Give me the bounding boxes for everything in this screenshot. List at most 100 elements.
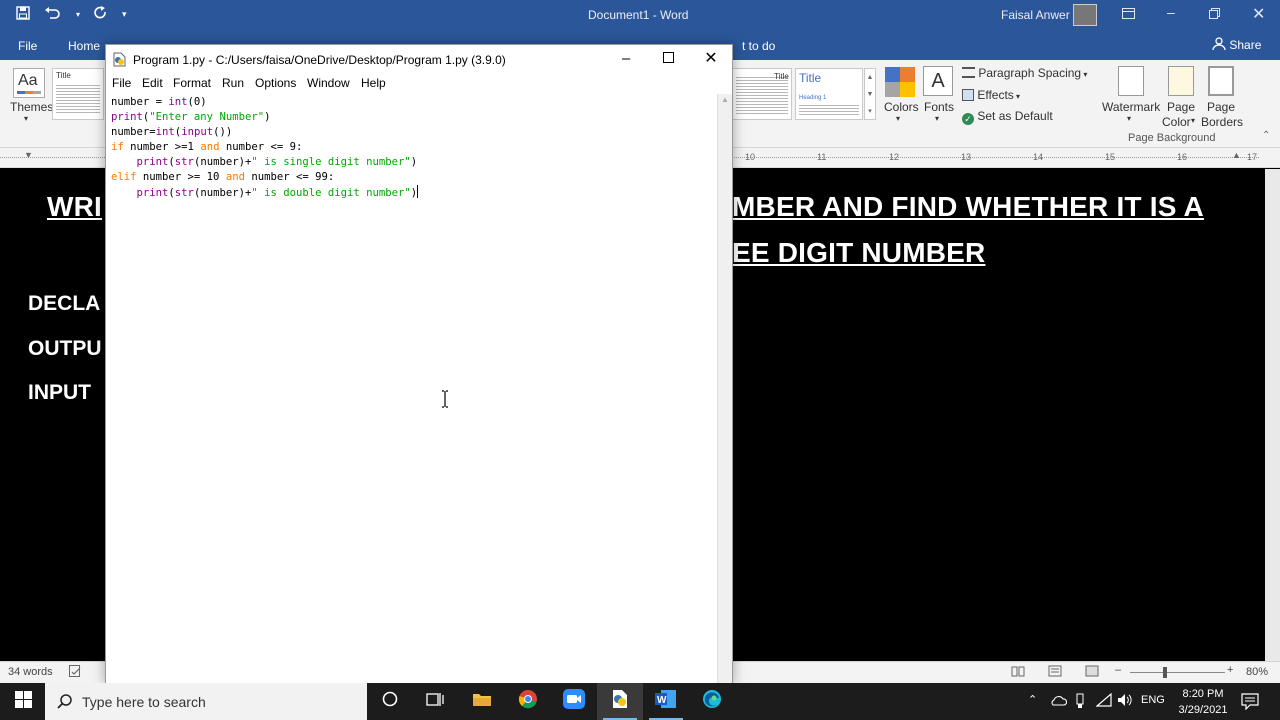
menu-file[interactable]: File: [112, 76, 131, 90]
idle-scrollbar[interactable]: ▲: [717, 94, 732, 683]
page-borders-label-1[interactable]: Page: [1207, 100, 1235, 114]
customize-qat-icon[interactable]: ▾: [122, 9, 127, 20]
tab-file[interactable]: File: [18, 39, 37, 53]
ruler-mark: 17: [1247, 152, 1258, 162]
themes-dropdown-icon[interactable]: ▾: [24, 114, 28, 123]
tell-me-box[interactable]: t to do: [742, 39, 775, 53]
right-indent-marker[interactable]: ▲: [1232, 150, 1241, 160]
print-layout-icon[interactable]: [1048, 665, 1062, 680]
taskbar-idle[interactable]: [597, 683, 643, 720]
input-language[interactable]: ENG: [1141, 694, 1165, 706]
fonts-dropdown-icon[interactable]: ▾: [935, 114, 939, 123]
document-title: Document1 - Word: [588, 8, 689, 22]
idle-maximize-icon[interactable]: [648, 50, 688, 67]
idle-menubar: File Edit Format Run Options Window Help: [106, 75, 732, 93]
menu-run[interactable]: Run: [222, 76, 244, 90]
menu-window[interactable]: Window: [307, 76, 350, 90]
task-view-button[interactable]: [412, 683, 458, 720]
svg-text:W: W: [657, 695, 667, 706]
proofing-icon[interactable]: [69, 665, 82, 681]
themes-button[interactable]: Themes: [10, 100, 53, 114]
ibeam-cursor-icon: [440, 390, 450, 408]
colors-icon[interactable]: [885, 67, 915, 97]
menu-options[interactable]: Options: [255, 76, 296, 90]
effects-button[interactable]: Effects ▾: [962, 88, 1020, 102]
read-mode-icon[interactable]: [1011, 665, 1025, 680]
undo-icon[interactable]: [44, 6, 62, 23]
text-caret: [417, 185, 419, 198]
volume-icon[interactable]: [1117, 693, 1133, 710]
zoom-level[interactable]: 80%: [1246, 666, 1268, 678]
paragraph-spacing-button[interactable]: Paragraph Spacing ▾: [962, 66, 1087, 80]
document-line-output: OUTPU: [28, 337, 102, 360]
style-thumbnail-title: Title: [774, 72, 789, 81]
code-line: print("Enter any Number"): [111, 111, 271, 123]
left-indent-marker[interactable]: ▼: [24, 150, 33, 160]
fonts-button[interactable]: Fonts: [924, 100, 954, 114]
menu-edit[interactable]: Edit: [142, 76, 163, 90]
style-gallery-scroll[interactable]: ▲ ▼ ▾: [864, 68, 876, 120]
code-editor[interactable]: number = int(0) print("Enter any Number")…: [106, 94, 717, 683]
cortana-button[interactable]: [367, 683, 413, 720]
minimize-icon[interactable]: –: [1167, 4, 1175, 20]
tab-home[interactable]: Home: [68, 39, 100, 53]
show-hidden-icons[interactable]: ⌃: [1028, 693, 1037, 706]
restore-icon[interactable]: [1209, 6, 1220, 22]
zoom-in-icon[interactable]: +: [1227, 664, 1233, 676]
colors-button[interactable]: Colors: [884, 100, 919, 114]
user-name[interactable]: Faisal Anwer: [1001, 8, 1070, 22]
save-icon[interactable]: [16, 6, 30, 23]
taskbar-chrome[interactable]: [505, 683, 551, 720]
search-placeholder: Type here to search: [82, 694, 206, 710]
taskbar-zoom[interactable]: [551, 683, 597, 720]
watermark-icon[interactable]: [1118, 66, 1144, 96]
ribbon-display-icon[interactable]: [1122, 6, 1135, 22]
checkmark-icon: ✓: [962, 113, 974, 125]
document-heading-right-2: EE DIGIT NUMBER: [732, 237, 986, 268]
word-count[interactable]: 34 words: [8, 666, 53, 678]
notifications-icon[interactable]: [1241, 692, 1259, 715]
idle-minimize-icon[interactable]: –: [606, 50, 646, 67]
menu-format[interactable]: Format: [173, 76, 211, 90]
style-set-thumbnail[interactable]: Title: [52, 68, 104, 120]
avatar[interactable]: [1073, 4, 1097, 26]
menu-help[interactable]: Help: [361, 76, 386, 90]
watermark-button[interactable]: Watermark: [1102, 100, 1160, 114]
collapse-ribbon-icon[interactable]: ⌃: [1262, 130, 1270, 141]
taskbar-file-explorer[interactable]: [459, 683, 505, 720]
taskbar-edge[interactable]: [689, 683, 735, 720]
page-color-icon[interactable]: [1168, 66, 1194, 96]
idle-close-icon[interactable]: ✕: [691, 48, 731, 68]
zoom-slider-thumb[interactable]: [1163, 667, 1167, 678]
document-scrollbar[interactable]: [1265, 169, 1280, 661]
share-button[interactable]: Share: [1212, 37, 1261, 52]
effects-icon: [962, 89, 974, 101]
redo-icon[interactable]: [94, 6, 108, 23]
usb-icon[interactable]: [1075, 693, 1085, 712]
taskbar-search-box[interactable]: Type here to search: [45, 683, 367, 720]
wifi-icon[interactable]: [1095, 692, 1112, 710]
page-color-dropdown-icon[interactable]: ▾: [1191, 116, 1195, 125]
set-as-default-button[interactable]: ✓ Set as Default: [962, 109, 1053, 125]
undo-dropdown-icon[interactable]: ▾: [76, 10, 80, 19]
taskbar-word[interactable]: W: [643, 683, 689, 720]
page-borders-icon[interactable]: [1208, 66, 1234, 96]
zoom-slider[interactable]: [1130, 672, 1225, 673]
style-set-thumbnail-3[interactable]: Title Heading 1: [795, 68, 863, 120]
taskbar-clock[interactable]: 8:20 PM 3/29/2021: [1172, 686, 1234, 718]
web-layout-icon[interactable]: [1085, 665, 1099, 680]
onedrive-icon[interactable]: [1049, 694, 1068, 709]
page-color-label-2[interactable]: Color: [1162, 115, 1191, 129]
idle-titlebar[interactable]: Program 1.py - C:/Users/faisa/OneDrive/D…: [106, 45, 732, 75]
zoom-out-icon[interactable]: –: [1115, 664, 1121, 676]
themes-icon[interactable]: Aa: [13, 68, 45, 98]
ruler-mark: 15: [1105, 152, 1116, 162]
close-icon[interactable]: ✕: [1252, 4, 1265, 24]
page-borders-label-2[interactable]: Borders: [1201, 115, 1243, 129]
colors-dropdown-icon[interactable]: ▾: [896, 114, 900, 123]
scroll-up-icon[interactable]: ▲: [721, 95, 729, 104]
watermark-dropdown-icon[interactable]: ▾: [1127, 114, 1131, 123]
page-color-label-1[interactable]: Page: [1167, 100, 1195, 114]
start-button[interactable]: [0, 683, 46, 720]
fonts-icon[interactable]: A: [923, 66, 953, 96]
